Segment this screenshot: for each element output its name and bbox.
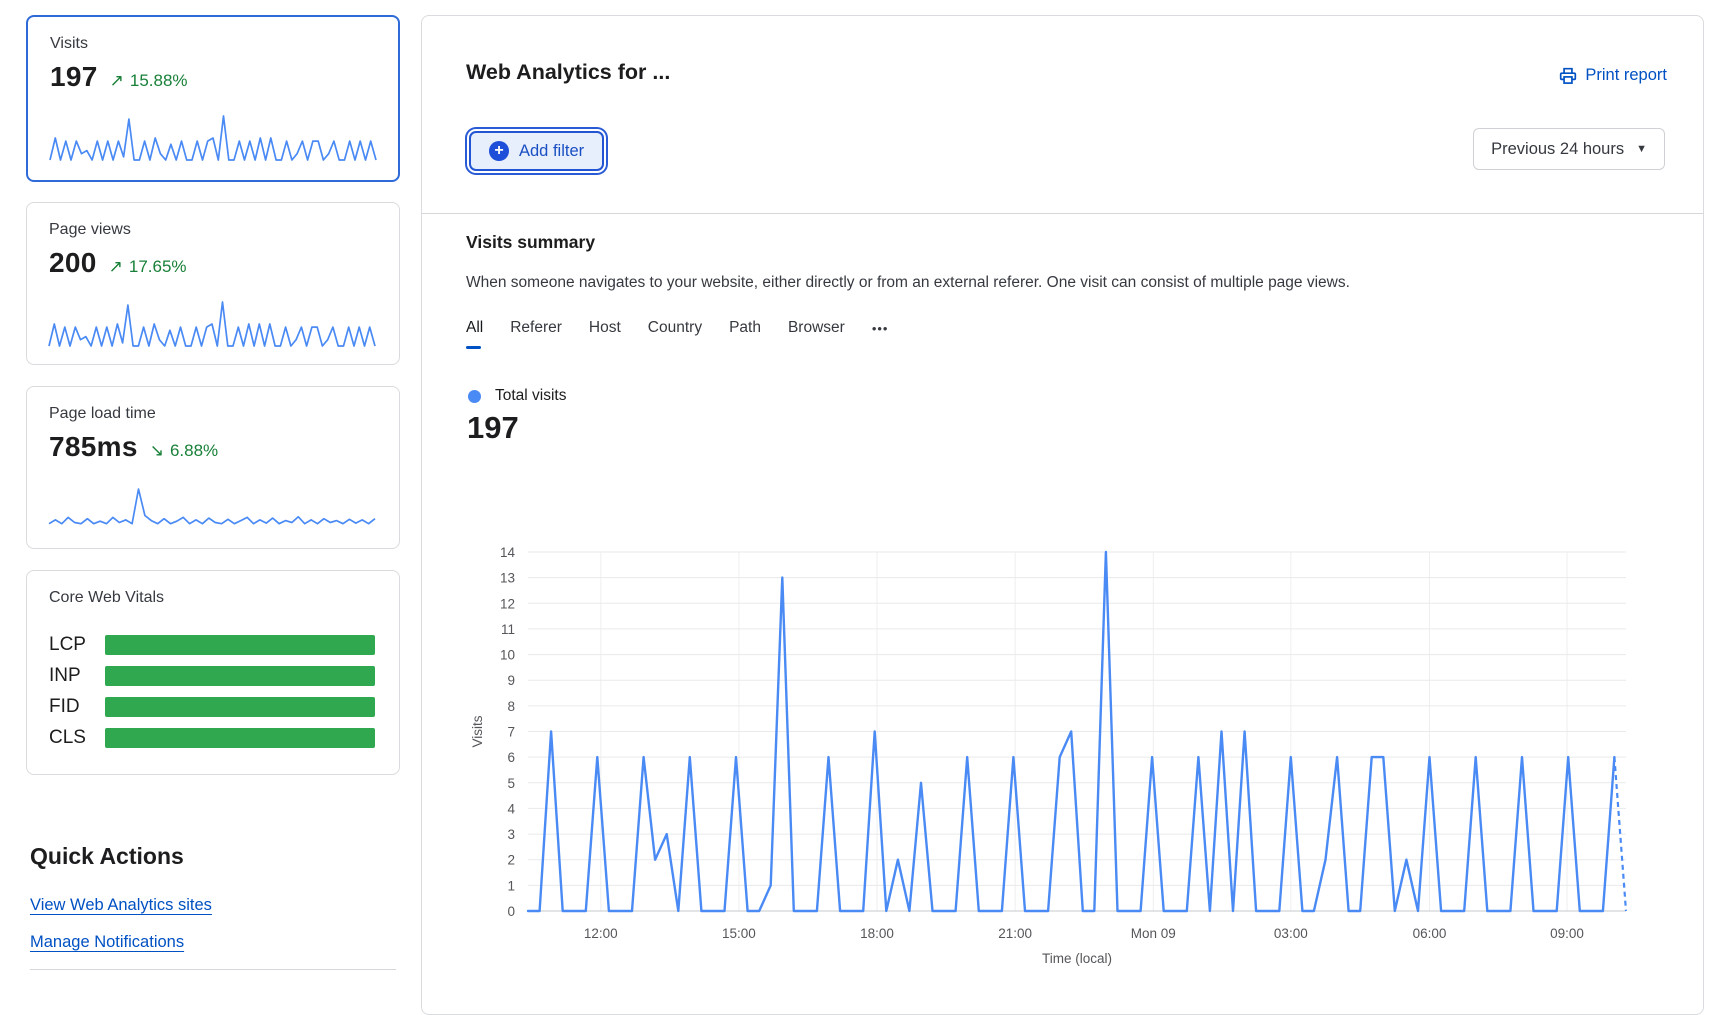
plus-circle-icon: + [489, 141, 509, 161]
page-title: Web Analytics for ... [466, 60, 670, 85]
chevron-down-icon: ▼ [1636, 143, 1647, 155]
metric-trend: ↘ 6.88% [150, 441, 218, 461]
visits-summary-title: Visits summary [466, 232, 595, 253]
metric-label: Page views [49, 221, 377, 239]
tab-all[interactable]: All [466, 319, 483, 347]
y-tick-label: 12 [500, 596, 515, 611]
y-tick-label: 10 [500, 648, 515, 663]
chart-legend: Total visits [468, 387, 567, 405]
y-tick-label: 0 [507, 904, 515, 919]
x-tick-label: 15:00 [722, 926, 756, 941]
cwv-bar-good [105, 635, 375, 655]
metric-trend: ↗ 17.65% [109, 257, 187, 277]
metric-value: 200 [49, 247, 97, 279]
visits-sparkline [48, 112, 378, 162]
y-tick-label: 1 [507, 878, 515, 893]
manage-notifications-link[interactable]: Manage Notifications [30, 933, 184, 952]
metric-card-page-load-time[interactable]: Page load time 785ms ↘ 6.88% [26, 386, 400, 549]
core-web-vitals-rows: LCP INP FID CLS [49, 629, 375, 753]
y-tick-label: 14 [500, 545, 516, 560]
cwv-label: CLS [49, 727, 105, 749]
metric-label: Page load time [49, 405, 377, 423]
cwv-label: FID [49, 696, 105, 718]
dimension-tabs: All Referer Host Country Path Browser ••• [466, 319, 888, 347]
cwv-bar-good [105, 728, 375, 748]
x-tick-label: 21:00 [998, 926, 1032, 941]
tab-path[interactable]: Path [729, 319, 761, 347]
page-views-sparkline [47, 298, 377, 348]
core-web-vitals-header: Core Web Vitals [49, 589, 377, 607]
y-tick-label: 3 [507, 827, 515, 842]
view-web-analytics-sites-link[interactable]: View Web Analytics sites [30, 896, 212, 915]
add-filter-label: Add filter [519, 142, 584, 161]
tab-referer[interactable]: Referer [510, 319, 562, 347]
total-visits-value: 197 [467, 410, 519, 446]
trend-up-icon: ↗ [110, 71, 124, 91]
sidebar-divider [30, 969, 396, 970]
cwv-row-inp: INP [49, 660, 375, 691]
printer-icon [1559, 67, 1577, 85]
web-analytics-panel: Web Analytics for ... Print report + Add… [421, 15, 1704, 1015]
trend-value: 17.65% [129, 257, 187, 277]
x-tick-label: 12:00 [584, 926, 618, 941]
y-tick-label: 2 [507, 853, 515, 868]
y-tick-label: 8 [507, 699, 515, 714]
trend-up-icon: ↗ [109, 257, 123, 277]
trend-down-icon: ↘ [150, 441, 164, 461]
cwv-bar-good [105, 697, 375, 717]
y-tick-label: 5 [507, 776, 515, 791]
y-tick-label: 9 [507, 673, 515, 688]
trend-value: 6.88% [170, 441, 218, 461]
cwv-row-lcp: LCP [49, 629, 375, 660]
y-tick-label: 11 [501, 622, 515, 637]
cwv-bar-good [105, 666, 375, 686]
header-divider [422, 213, 1703, 214]
y-tick-label: 4 [507, 801, 515, 816]
cwv-label: LCP [49, 634, 105, 656]
x-tick-label: 18:00 [860, 926, 894, 941]
y-axis-title: Visits [470, 715, 485, 747]
metric-trend: ↗ 15.88% [110, 71, 188, 91]
page-load-sparkline [47, 482, 377, 532]
add-filter-button[interactable]: + Add filter [469, 131, 604, 171]
metric-card-page-views[interactable]: Page views 200 ↗ 17.65% [26, 202, 400, 365]
date-range-dropdown[interactable]: Previous 24 hours ▼ [1473, 128, 1665, 170]
cwv-row-fid: FID [49, 691, 375, 722]
visits-line-chart[interactable]: 0123456789101112131412:0015:0018:0021:00… [458, 531, 1668, 971]
tabs-overflow-button[interactable]: ••• [872, 319, 889, 347]
print-report-button[interactable]: Print report [1559, 66, 1667, 85]
date-range-value: Previous 24 hours [1491, 140, 1624, 159]
x-tick-label: 09:00 [1550, 926, 1584, 941]
x-tick-label: 06:00 [1413, 926, 1447, 941]
visits-summary-description: When someone navigates to your website, … [466, 274, 1350, 292]
y-tick-label: 13 [500, 571, 515, 586]
metric-card-page-load-time-content: Page load time 785ms ↘ 6.88% [49, 405, 377, 463]
legend-label: Total visits [495, 387, 567, 405]
cwv-label: INP [49, 665, 105, 687]
tab-country[interactable]: Country [648, 319, 702, 347]
quick-actions-title: Quick Actions [30, 843, 184, 870]
y-tick-label: 6 [507, 750, 515, 765]
core-web-vitals-title: Core Web Vitals [49, 589, 377, 607]
x-tick-label: 03:00 [1274, 926, 1308, 941]
x-axis-title: Time (local) [1042, 951, 1112, 966]
legend-dot-icon [468, 390, 481, 403]
trend-value: 15.88% [130, 71, 188, 91]
print-report-label: Print report [1585, 66, 1667, 85]
cwv-row-cls: CLS [49, 722, 375, 753]
metric-card-visits-content: Visits 197 ↗ 15.88% [50, 35, 376, 93]
metric-card-visits[interactable]: Visits 197 ↗ 15.88% [26, 15, 400, 182]
y-tick-label: 7 [507, 725, 515, 740]
x-tick-label: Mon 09 [1131, 926, 1176, 941]
metric-value: 197 [50, 61, 98, 93]
metric-card-page-views-content: Page views 200 ↗ 17.65% [49, 221, 377, 279]
tab-browser[interactable]: Browser [788, 319, 845, 347]
metric-label: Visits [50, 35, 376, 53]
metric-value: 785ms [49, 431, 138, 463]
tab-host[interactable]: Host [589, 319, 621, 347]
core-web-vitals-card[interactable]: Core Web Vitals LCP INP FID CLS [26, 570, 400, 775]
